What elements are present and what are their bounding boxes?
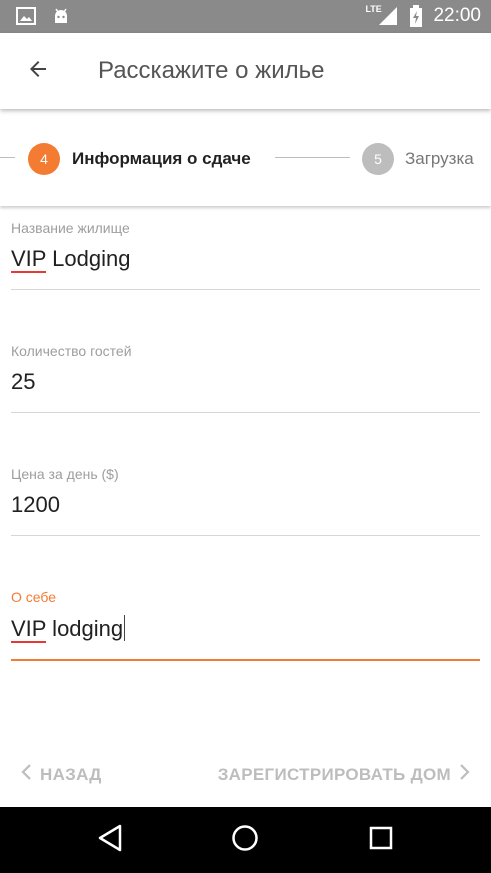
bottom-navigation: НАЗАД ЗАРЕГИСТРИРОВАТЬ ДОМ — [0, 750, 491, 800]
price-field-input[interactable]: 1200 — [11, 492, 480, 520]
stepper-connector — [0, 157, 15, 158]
name-field-input[interactable]: VIP Lodging — [11, 246, 480, 274]
register-label: ЗАРЕГИСТРИРОВАТЬ ДОМ — [217, 764, 451, 784]
system-recents-button[interactable] — [365, 824, 397, 856]
step-4-label[interactable]: Информация о сдаче — [72, 149, 251, 169]
system-navigation-bar — [0, 807, 491, 873]
android-icon — [52, 7, 70, 25]
status-bar: LTE 22:00 — [0, 0, 491, 33]
price-field-label: Цена за день ($) — [11, 466, 119, 482]
app-bar: Расскажите о жилье — [0, 33, 491, 109]
guests-field-input[interactable]: 25 — [11, 369, 480, 397]
back-nav-button[interactable]: НАЗАД — [20, 764, 102, 785]
back-nav-label: НАЗАД — [40, 764, 102, 784]
price-field[interactable]: Цена за день ($) 1200 — [11, 466, 480, 536]
about-field-label: О себе — [11, 589, 57, 605]
name-field-label: Название жилище — [11, 220, 130, 236]
guests-field-underline — [11, 412, 480, 413]
system-home-button[interactable] — [229, 824, 261, 856]
about-field-text: lodging — [46, 616, 124, 641]
price-field-underline — [11, 535, 480, 536]
step-4-indicator[interactable]: 4 — [28, 143, 60, 175]
signal-icon: LTE — [365, 4, 399, 27]
triangle-back-icon — [97, 824, 123, 857]
spellcheck-word[interactable]: VIP — [11, 616, 47, 643]
step-5-label[interactable]: Загрузка — [405, 149, 474, 169]
about-field[interactable]: О себе VIP lodging — [11, 589, 480, 661]
stepper-connector — [275, 157, 350, 158]
battery-icon — [409, 5, 423, 27]
register-button[interactable]: ЗАРЕГИСТРИРОВАТЬ ДОМ — [218, 764, 471, 785]
about-field-input[interactable]: VIP lodging — [11, 615, 480, 643]
chevron-left-icon — [20, 764, 32, 785]
system-back-button[interactable] — [94, 824, 126, 856]
guests-field[interactable]: Количество гостей 25 — [11, 343, 480, 413]
page-title: Расскажите о жилье — [98, 57, 325, 84]
square-recents-icon — [369, 826, 393, 855]
step-5-indicator[interactable]: 5 — [362, 143, 394, 175]
chevron-right-icon — [459, 764, 471, 785]
text-cursor — [124, 615, 126, 641]
circle-home-icon — [231, 824, 259, 857]
spellcheck-word[interactable]: VIP — [11, 246, 47, 273]
name-field-text: Lodging — [46, 246, 131, 271]
step-number: 5 — [374, 151, 382, 167]
guests-field-label: Количество гостей — [11, 343, 132, 359]
clock: 22:00 — [433, 5, 481, 26]
step-number: 4 — [40, 151, 48, 167]
back-button[interactable] — [18, 51, 58, 91]
name-field[interactable]: Название жилище VIP Lodging — [11, 220, 480, 290]
image-icon — [16, 7, 36, 25]
name-field-underline — [11, 289, 480, 290]
about-field-underline — [11, 659, 480, 661]
arrow-back-icon — [26, 57, 50, 86]
stepper: 4 Информация о сдаче 5 Загрузка — [0, 110, 491, 206]
network-type: LTE — [365, 4, 382, 14]
